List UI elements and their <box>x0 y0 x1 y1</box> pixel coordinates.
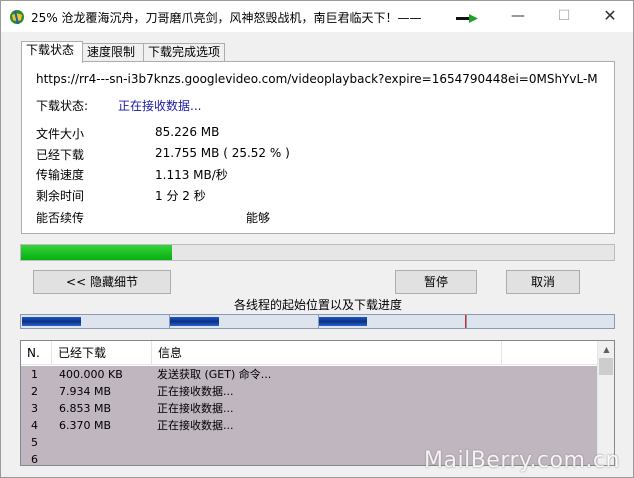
column-header-number[interactable]: N. <box>21 341 52 365</box>
file-size-value: 85.226 MB <box>155 125 220 139</box>
row-downloaded: 400.000 KB <box>59 368 123 381</box>
minimize-button[interactable]: — <box>495 1 541 32</box>
maximize-button[interactable]: ☐ <box>541 1 587 32</box>
resume-value: 能够 <box>246 211 271 225</box>
thread-progress-bar <box>20 314 615 329</box>
column-header-downloaded[interactable]: 已经下载 <box>52 341 152 365</box>
row-number: 1 <box>31 368 38 381</box>
window-title: 25% 沧龙覆海沉舟，刀哥磨爪亮剑，风神怒毁战机，南巨君临天下！—— <box>31 11 422 25</box>
status-label: 下载状态: <box>36 99 89 113</box>
column-header-info[interactable]: 信息 <box>152 341 502 365</box>
downloaded-label: 已经下载 <box>36 148 85 162</box>
thread-segment-progress <box>22 317 81 326</box>
download-progress-bar <box>20 244 615 261</box>
row-info: 正在接收数据... <box>157 419 234 432</box>
table-row[interactable]: 3 6.853 MB 正在接收数据... <box>21 400 597 417</box>
thread-segment-progress <box>319 317 367 326</box>
scroll-thumb[interactable] <box>599 358 613 375</box>
cancel-button[interactable]: 取消 <box>506 270 580 294</box>
download-window: 25% 沧龙覆海沉舟，刀哥磨爪亮剑，风神怒毁战机，南巨君临天下！—— — ☐ ✕… <box>0 0 634 478</box>
hide-details-button[interactable]: << 隐藏细节 <box>33 270 171 294</box>
downloaded-value: 21.755 MB ( 25.52 % ) <box>155 146 290 160</box>
tab-download-status[interactable]: 下载状态 <box>21 41 83 63</box>
row-downloaded: 7.934 MB <box>59 385 112 398</box>
transfer-rate-value: 1.113 MB/秒 <box>155 168 228 182</box>
transfer-rate-label: 传输速度 <box>36 168 85 182</box>
row-number: 4 <box>31 419 38 432</box>
thread-segment-divider <box>466 315 467 328</box>
title-bar[interactable]: 25% 沧龙覆海沉舟，刀哥磨爪亮剑，风神怒毁战机，南巨君临天下！—— — ☐ ✕ <box>1 1 633 32</box>
close-button[interactable]: ✕ <box>587 1 633 32</box>
progress-fill <box>21 245 173 260</box>
file-size-label: 文件大小 <box>36 127 85 141</box>
time-left-label: 剩余时间 <box>36 189 85 203</box>
row-info: 发送获取 (GET) 命令... <box>157 368 272 381</box>
row-downloaded: 6.370 MB <box>59 419 112 432</box>
row-number: 2 <box>31 385 38 398</box>
row-info: 正在接收数据... <box>157 402 234 415</box>
arrow-right-icon <box>456 14 478 23</box>
vertical-scrollbar[interactable]: ▲ <box>597 341 614 465</box>
thread-start-marker <box>465 315 466 328</box>
time-left-value: 1 分 2 秒 <box>155 189 206 203</box>
row-downloaded: 6.853 MB <box>59 402 112 415</box>
tab-completion-options[interactable]: 下载完成选项 <box>143 43 225 62</box>
row-number: 6 <box>31 453 38 466</box>
idm-globe-icon <box>10 10 24 25</box>
threads-caption: 各线程的起始位置以及下载进度 <box>233 298 402 312</box>
tab-speed-limit[interactable]: 速度限制 <box>82 43 144 62</box>
thread-segment-progress <box>170 317 219 326</box>
download-url: https://rr4---sn-i3b7knzs.googlevideo.co… <box>36 72 598 86</box>
pause-button[interactable]: 暂停 <box>395 270 477 294</box>
row-info: 正在接收数据... <box>157 385 234 398</box>
table-row[interactable]: 4 6.370 MB 正在接收数据... <box>21 417 597 434</box>
column-header-extra[interactable] <box>502 341 597 365</box>
row-number: 5 <box>31 436 38 449</box>
status-panel: https://rr4---sn-i3b7knzs.googlevideo.co… <box>21 61 615 234</box>
scroll-up-arrow-icon[interactable]: ▲ <box>598 341 614 358</box>
status-value: 正在接收数据... <box>118 99 202 113</box>
table-row[interactable]: 1 400.000 KB 发送获取 (GET) 命令... <box>21 366 597 383</box>
resume-label: 能否续传 <box>36 211 85 225</box>
table-header: N. 已经下载 信息 <box>21 341 597 365</box>
row-number: 3 <box>31 402 38 415</box>
watermark: MailBerry.com.cn <box>424 448 620 473</box>
table-row[interactable]: 2 7.934 MB 正在接收数据... <box>21 383 597 400</box>
